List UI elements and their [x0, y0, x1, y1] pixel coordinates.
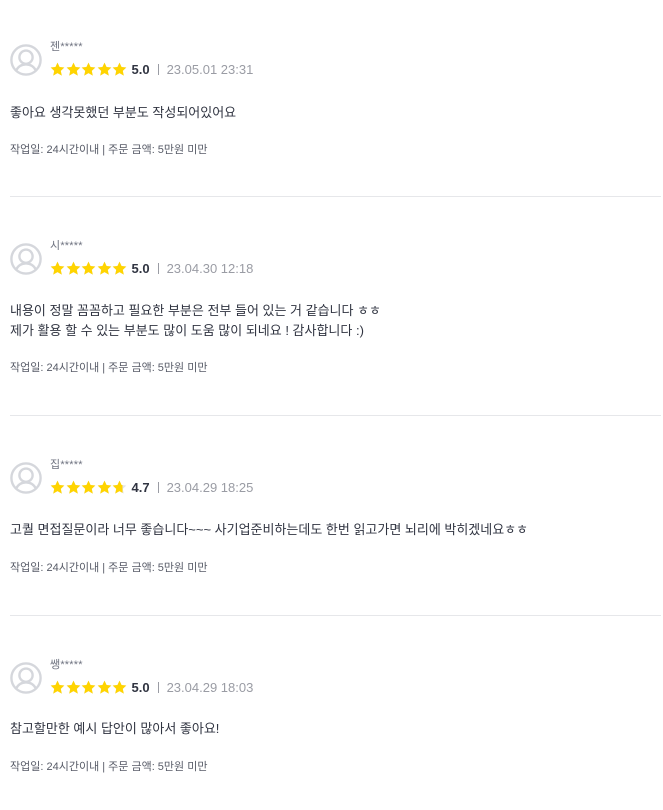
- rating-score: 5.0: [131, 61, 150, 77]
- user-avatar-icon: [10, 462, 42, 494]
- rating-row: 5.0 23.04.29 18:03: [50, 679, 253, 695]
- rating-score: 5.0: [131, 679, 150, 695]
- star-icon: [97, 261, 111, 275]
- star-icon: [81, 261, 96, 275]
- star-icon: [81, 62, 96, 76]
- rating-score: 5.0: [131, 260, 150, 276]
- star-icon: [66, 62, 80, 76]
- star-icon: [81, 480, 96, 494]
- star-icon: [97, 480, 111, 494]
- star-icon: [50, 261, 65, 275]
- reviewer-header: 시***** 5.0 23.04.30 12:18: [10, 237, 410, 277]
- review-meta: 작업일: 24시간이내 | 주문 금액: 5만원 미만: [10, 562, 208, 574]
- user-avatar-icon: [10, 44, 42, 76]
- rating-score: 4.7: [131, 479, 150, 495]
- review-content-line: 내용이 정말 꼼꼼하고 필요한 부분은 전부 들어 있는 거 같습니다 ㅎㅎ: [10, 303, 381, 318]
- review-content: 내용이 정말 꼼꼼하고 필요한 부분은 전부 들어 있는 거 같습니다 ㅎㅎ 제…: [10, 301, 381, 341]
- star-icon: [66, 680, 80, 694]
- star-rating: [50, 480, 128, 495]
- user-avatar-icon: [10, 243, 42, 275]
- rating-row: 5.0 23.05.01 23:31: [50, 61, 253, 77]
- review-content-line: 좋아요 생각못했던 부분도 작성되어있어요: [10, 105, 237, 120]
- star-icon: [112, 62, 127, 76]
- star-icon: [50, 62, 65, 76]
- review-date: 23.05.01 23:31: [166, 61, 254, 77]
- review-content: 참고할만한 예시 답안이 많아서 좋아요!: [10, 719, 219, 739]
- rating-row: 5.0 23.04.30 12:18: [50, 260, 253, 276]
- star-icon: [97, 62, 111, 76]
- reviewer-name: 쌩*****: [50, 659, 83, 671]
- reviewer-name: 시*****: [50, 240, 83, 252]
- review-meta: 작업일: 24시간이내 | 주문 금액: 5만원 미만: [10, 362, 208, 374]
- review-date: 23.04.29 18:03: [166, 679, 254, 695]
- review-divider: [10, 615, 661, 616]
- star-icon: [112, 261, 127, 275]
- meta-divider: [157, 681, 159, 693]
- reviewer-name: 젠*****: [50, 41, 83, 53]
- rating-row: 4.7 23.04.29 18:25: [50, 479, 253, 495]
- star-rating: [50, 261, 128, 276]
- review-content-line: 참고할만한 예시 답안이 많아서 좋아요!: [10, 721, 220, 736]
- meta-divider: [157, 63, 159, 75]
- star-rating: [50, 62, 128, 77]
- review-divider: [10, 196, 661, 197]
- reviewer-header: 쌩***** 5.0 23.04.29 18:03: [10, 656, 410, 696]
- star-icon: [112, 480, 127, 494]
- star-icon: [50, 480, 65, 494]
- review-meta: 작업일: 24시간이내 | 주문 금액: 5만원 미만: [10, 144, 208, 156]
- reviewer-name: 집*****: [50, 459, 83, 471]
- star-icon: [66, 261, 80, 275]
- star-icon: [50, 680, 65, 694]
- review-meta: 작업일: 24시간이내 | 주문 금액: 5만원 미만: [10, 761, 208, 773]
- review-date: 23.04.29 18:25: [166, 479, 254, 495]
- star-rating: [50, 680, 128, 695]
- user-avatar-icon: [10, 662, 42, 694]
- meta-divider: [157, 481, 159, 493]
- star-icon: [112, 680, 127, 694]
- review-content: 좋아요 생각못했던 부분도 작성되어있어요: [10, 103, 236, 123]
- reviewer-header: 젠***** 5.0 23.05.01 23:31: [10, 38, 410, 78]
- review-content-line: 제가 활용 할 수 있는 부분도 많이 도움 많이 되네요 ! 감사합니다 :): [10, 323, 364, 338]
- star-icon: [66, 480, 80, 494]
- review-divider: [10, 415, 661, 416]
- star-icon: [81, 680, 96, 694]
- meta-divider: [157, 262, 159, 274]
- review-content-line: 고퀄 면접질문이라 너무 좋습니다~~~ 사기업준비하는데도 한번 읽고가면 뇌…: [10, 522, 529, 537]
- reviewer-header: 집***** 4.7 23.04.29 18:25: [10, 456, 410, 496]
- review-date: 23.04.30 12:18: [166, 260, 254, 276]
- review-content: 고퀄 면접질문이라 너무 좋습니다~~~ 사기업준비하는데도 한번 읽고가면 뇌…: [10, 520, 528, 540]
- star-icon: [97, 680, 111, 694]
